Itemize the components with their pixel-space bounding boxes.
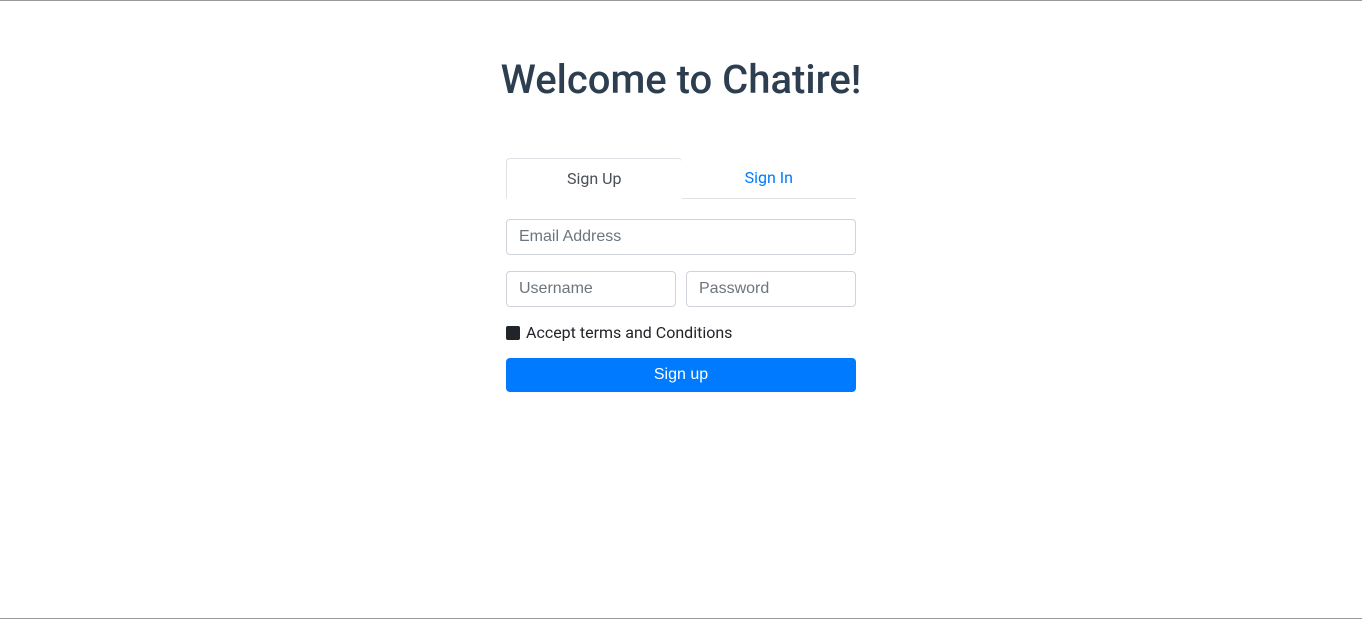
signup-button[interactable]: Sign up (506, 358, 856, 392)
signup-form-wrapper: Sign Up Sign In Accept terms and Conditi… (506, 158, 856, 392)
auth-tabs: Sign Up Sign In (506, 158, 856, 199)
tab-signin[interactable]: Sign In (682, 158, 857, 199)
terms-label: Accept terms and Conditions (526, 323, 732, 342)
username-field[interactable] (506, 271, 676, 307)
password-field[interactable] (686, 271, 856, 307)
tab-signup[interactable]: Sign Up (506, 158, 682, 199)
email-field[interactable] (506, 219, 856, 255)
page-title: Welcome to Chatire! (501, 56, 862, 103)
terms-checkbox[interactable] (506, 326, 520, 340)
